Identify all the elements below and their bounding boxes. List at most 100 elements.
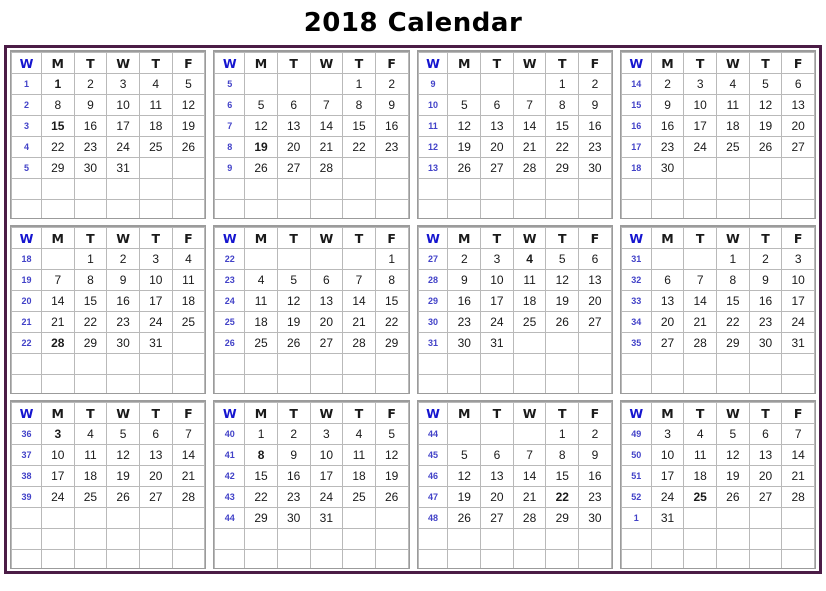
date-cell[interactable] — [342, 157, 376, 179]
date-cell[interactable]: 19 — [276, 311, 311, 333]
date-cell[interactable] — [276, 549, 311, 568]
date-cell[interactable] — [342, 199, 376, 218]
date-cell[interactable] — [578, 374, 612, 393]
date-cell[interactable] — [781, 178, 815, 200]
date-cell[interactable] — [40, 178, 75, 200]
date-cell[interactable]: 26 — [748, 136, 783, 158]
date-cell[interactable]: 2 — [578, 73, 612, 95]
date-cell[interactable]: 11 — [244, 290, 278, 312]
date-cell[interactable] — [171, 528, 206, 550]
date-cell[interactable]: 14 — [512, 465, 547, 487]
date-cell[interactable]: 27 — [276, 157, 311, 179]
date-cell[interactable]: 2 — [447, 248, 482, 270]
date-cell[interactable]: 12 — [171, 94, 206, 116]
date-cell[interactable]: 29 — [244, 507, 278, 529]
date-cell[interactable]: 18 — [342, 465, 376, 487]
date-cell[interactable]: 12 — [447, 115, 482, 137]
date-cell[interactable]: 24 — [40, 486, 75, 508]
date-cell[interactable]: 20 — [276, 136, 311, 158]
date-cell[interactable]: 13 — [748, 444, 783, 466]
date-cell[interactable] — [309, 73, 344, 95]
date-cell[interactable] — [781, 507, 815, 529]
date-cell[interactable] — [138, 507, 173, 529]
date-cell[interactable]: 23 — [106, 311, 140, 333]
date-cell[interactable] — [716, 178, 750, 200]
date-cell[interactable]: 8 — [374, 269, 409, 291]
date-cell[interactable]: 20 — [309, 311, 344, 333]
date-cell[interactable]: 27 — [480, 507, 514, 529]
date-cell[interactable] — [244, 374, 278, 393]
date-cell[interactable]: 17 — [781, 290, 815, 312]
date-cell[interactable] — [374, 549, 409, 568]
date-cell[interactable] — [545, 528, 580, 550]
date-cell[interactable] — [40, 507, 75, 529]
date-cell[interactable]: 8 — [40, 94, 75, 116]
date-cell[interactable]: 30 — [447, 332, 482, 354]
date-cell[interactable] — [138, 178, 173, 200]
date-cell[interactable] — [447, 549, 482, 568]
date-cell[interactable]: 28 — [512, 507, 547, 529]
date-cell[interactable] — [578, 353, 612, 375]
date-cell[interactable]: 23 — [276, 486, 311, 508]
date-cell[interactable] — [716, 374, 750, 393]
date-cell[interactable] — [171, 549, 206, 568]
date-cell[interactable]: 22 — [244, 486, 278, 508]
date-cell[interactable]: 17 — [683, 115, 718, 137]
date-cell[interactable]: 28 — [781, 486, 815, 508]
date-cell[interactable] — [545, 353, 580, 375]
date-cell[interactable]: 15 — [545, 465, 580, 487]
date-cell[interactable]: 26 — [106, 486, 140, 508]
date-cell[interactable] — [309, 374, 344, 393]
date-cell[interactable] — [650, 374, 685, 393]
date-cell[interactable]: 13 — [138, 444, 173, 466]
date-cell[interactable]: 6 — [138, 423, 173, 445]
date-cell[interactable]: 3 — [138, 248, 173, 270]
date-cell[interactable]: 7 — [342, 269, 376, 291]
date-cell[interactable]: 4 — [342, 423, 376, 445]
date-cell[interactable]: 19 — [171, 115, 206, 137]
date-cell[interactable]: 15 — [342, 115, 376, 137]
date-cell[interactable] — [650, 248, 685, 270]
date-cell[interactable] — [40, 248, 75, 270]
date-cell[interactable]: 5 — [748, 73, 783, 95]
date-cell[interactable] — [106, 528, 140, 550]
date-cell[interactable]: 24 — [781, 311, 815, 333]
date-cell[interactable]: 12 — [447, 465, 482, 487]
date-cell[interactable]: 27 — [781, 136, 815, 158]
date-cell[interactable]: 25 — [716, 136, 750, 158]
date-cell[interactable]: 25 — [342, 486, 376, 508]
date-cell[interactable]: 12 — [716, 444, 750, 466]
date-cell[interactable]: 17 — [138, 290, 173, 312]
date-cell[interactable] — [716, 507, 750, 529]
date-cell[interactable]: 16 — [276, 465, 311, 487]
date-cell[interactable]: 26 — [545, 311, 580, 333]
date-cell[interactable]: 26 — [447, 157, 482, 179]
date-cell[interactable]: 22 — [342, 136, 376, 158]
date-cell[interactable] — [276, 73, 311, 95]
date-cell[interactable]: 8 — [716, 269, 750, 291]
date-cell[interactable] — [512, 178, 547, 200]
date-cell[interactable]: 25 — [138, 136, 173, 158]
date-cell[interactable]: 22 — [374, 311, 409, 333]
date-cell[interactable] — [480, 73, 514, 95]
date-cell[interactable]: 28 — [683, 332, 718, 354]
date-cell[interactable] — [748, 528, 783, 550]
holiday-date-cell[interactable]: 22 — [545, 486, 580, 508]
date-cell[interactable] — [716, 157, 750, 179]
date-cell[interactable] — [578, 528, 612, 550]
date-cell[interactable] — [447, 73, 482, 95]
date-cell[interactable] — [545, 374, 580, 393]
date-cell[interactable]: 16 — [748, 290, 783, 312]
date-cell[interactable]: 10 — [309, 444, 344, 466]
date-cell[interactable] — [716, 528, 750, 550]
date-cell[interactable]: 26 — [244, 157, 278, 179]
date-cell[interactable]: 5 — [171, 73, 206, 95]
date-cell[interactable] — [683, 353, 718, 375]
date-cell[interactable]: 31 — [781, 332, 815, 354]
date-cell[interactable]: 9 — [650, 94, 685, 116]
date-cell[interactable]: 30 — [276, 507, 311, 529]
date-cell[interactable]: 13 — [480, 115, 514, 137]
date-cell[interactable] — [106, 549, 140, 568]
date-cell[interactable] — [683, 248, 718, 270]
date-cell[interactable] — [138, 374, 173, 393]
